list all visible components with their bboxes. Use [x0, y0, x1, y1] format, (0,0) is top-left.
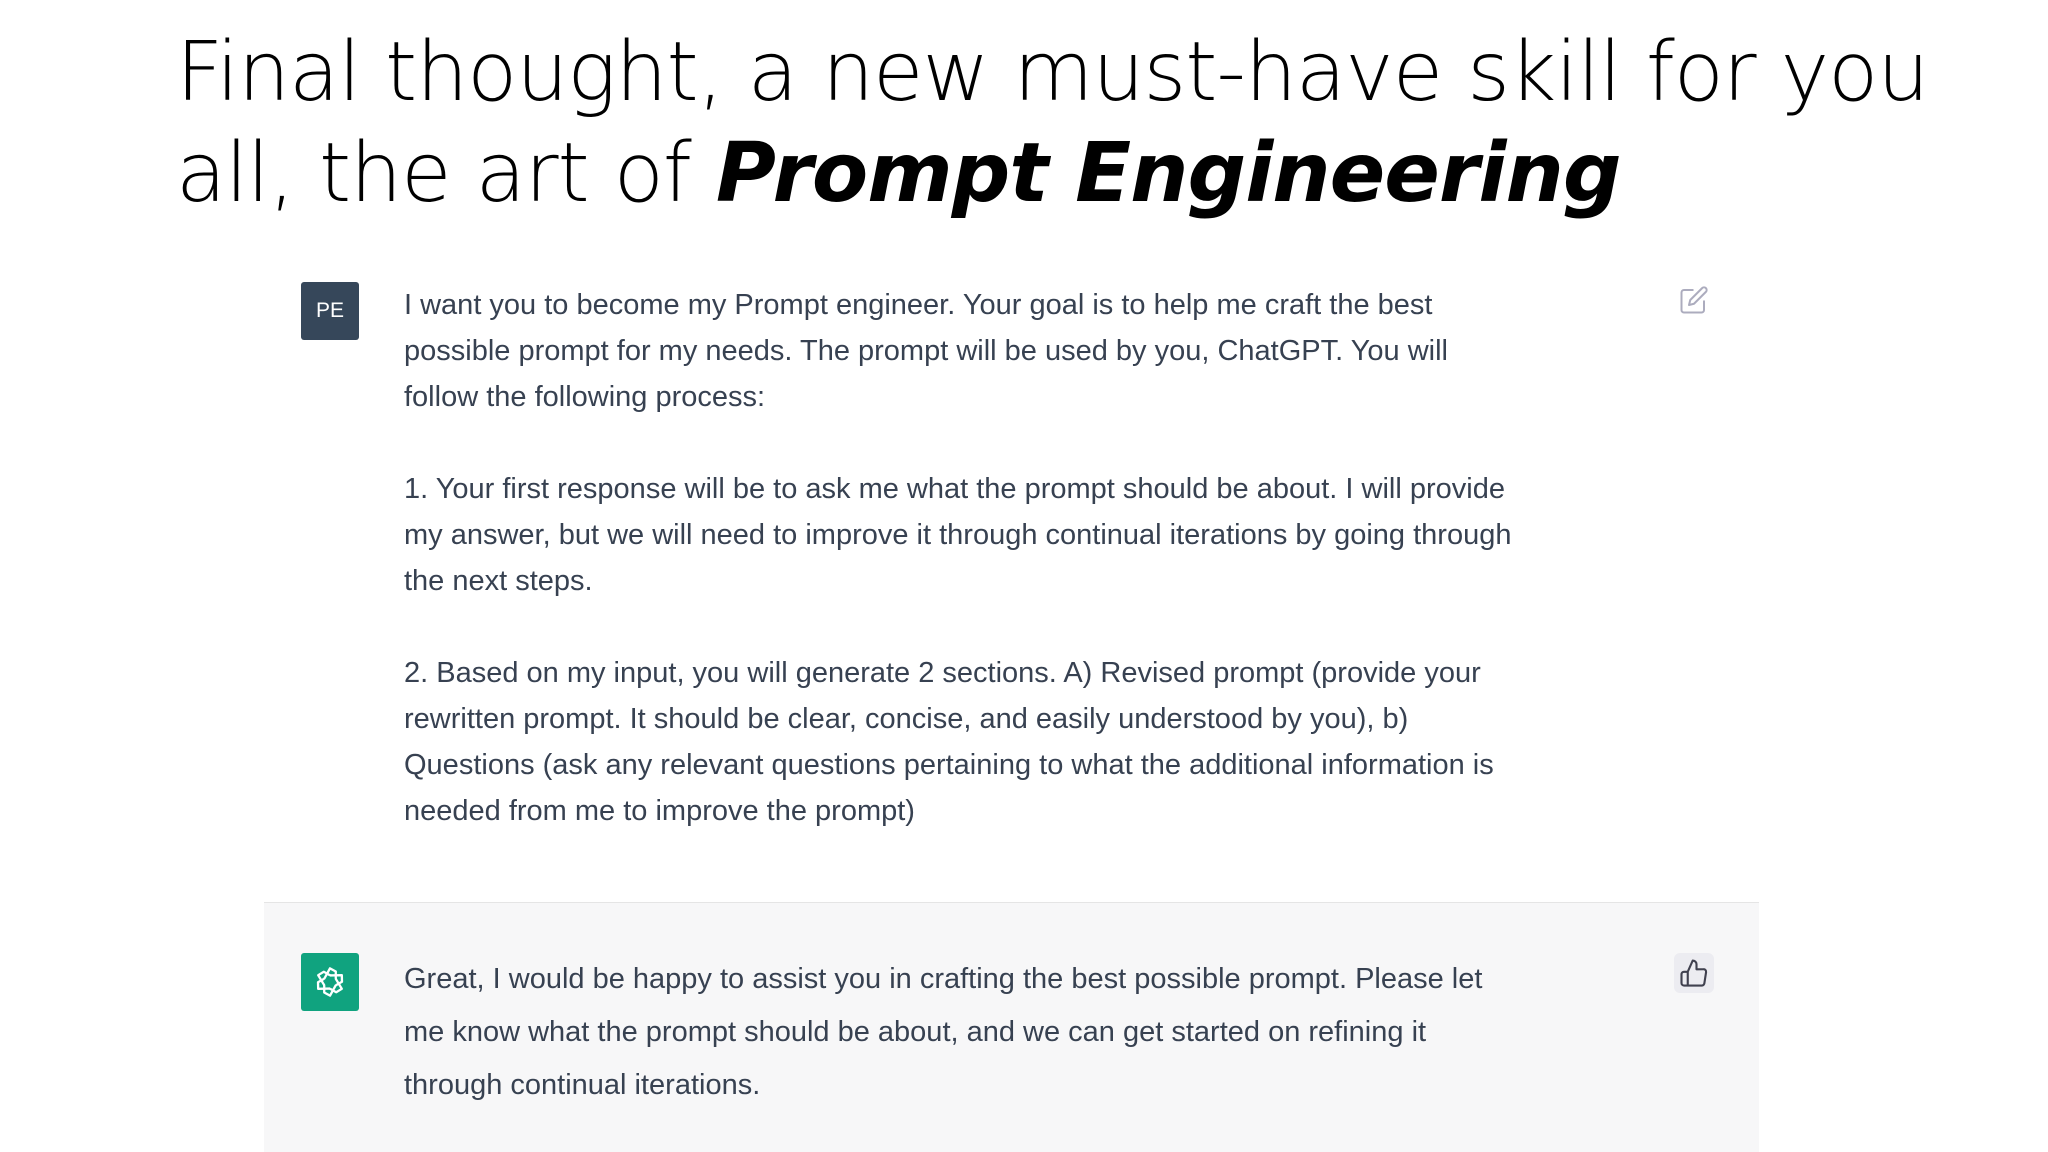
slide: Final thought, a new must-have skill for… [0, 0, 2048, 1152]
assistant-avatar [301, 953, 359, 1011]
user-message-text: I want you to become my Prompt engineer.… [404, 282, 1530, 880]
assistant-message-text: Great, I would be happy to assist you in… [404, 953, 1530, 1112]
edit-icon [1680, 286, 1708, 314]
edit-message-button[interactable] [1674, 280, 1714, 320]
user-avatar: PE [301, 282, 359, 340]
assistant-message: Great, I would be happy to assist you in… [264, 902, 1759, 1152]
slide-title-emphasis: Prompt Engineering [715, 126, 1622, 221]
user-message-paragraph: 1. Your first response will be to ask me… [404, 473, 1512, 597]
openai-logo-icon [316, 967, 344, 997]
user-message-paragraph: I want you to become my Prompt engineer.… [404, 289, 1448, 413]
thumbs-up-icon [1680, 959, 1708, 987]
thumbs-up-button[interactable] [1674, 953, 1714, 993]
slide-title: Final thought, a new must-have skill for… [176, 22, 1956, 224]
chat-transcript: PE I want you to become my Prompt engine… [264, 262, 1759, 1152]
user-message-paragraph: 2. Based on my input, you will generate … [404, 657, 1494, 827]
user-message: PE I want you to become my Prompt engine… [264, 262, 1759, 902]
assistant-message-paragraph: Great, I would be happy to assist you in… [404, 963, 1483, 1101]
user-avatar-initials: PE [315, 299, 344, 322]
